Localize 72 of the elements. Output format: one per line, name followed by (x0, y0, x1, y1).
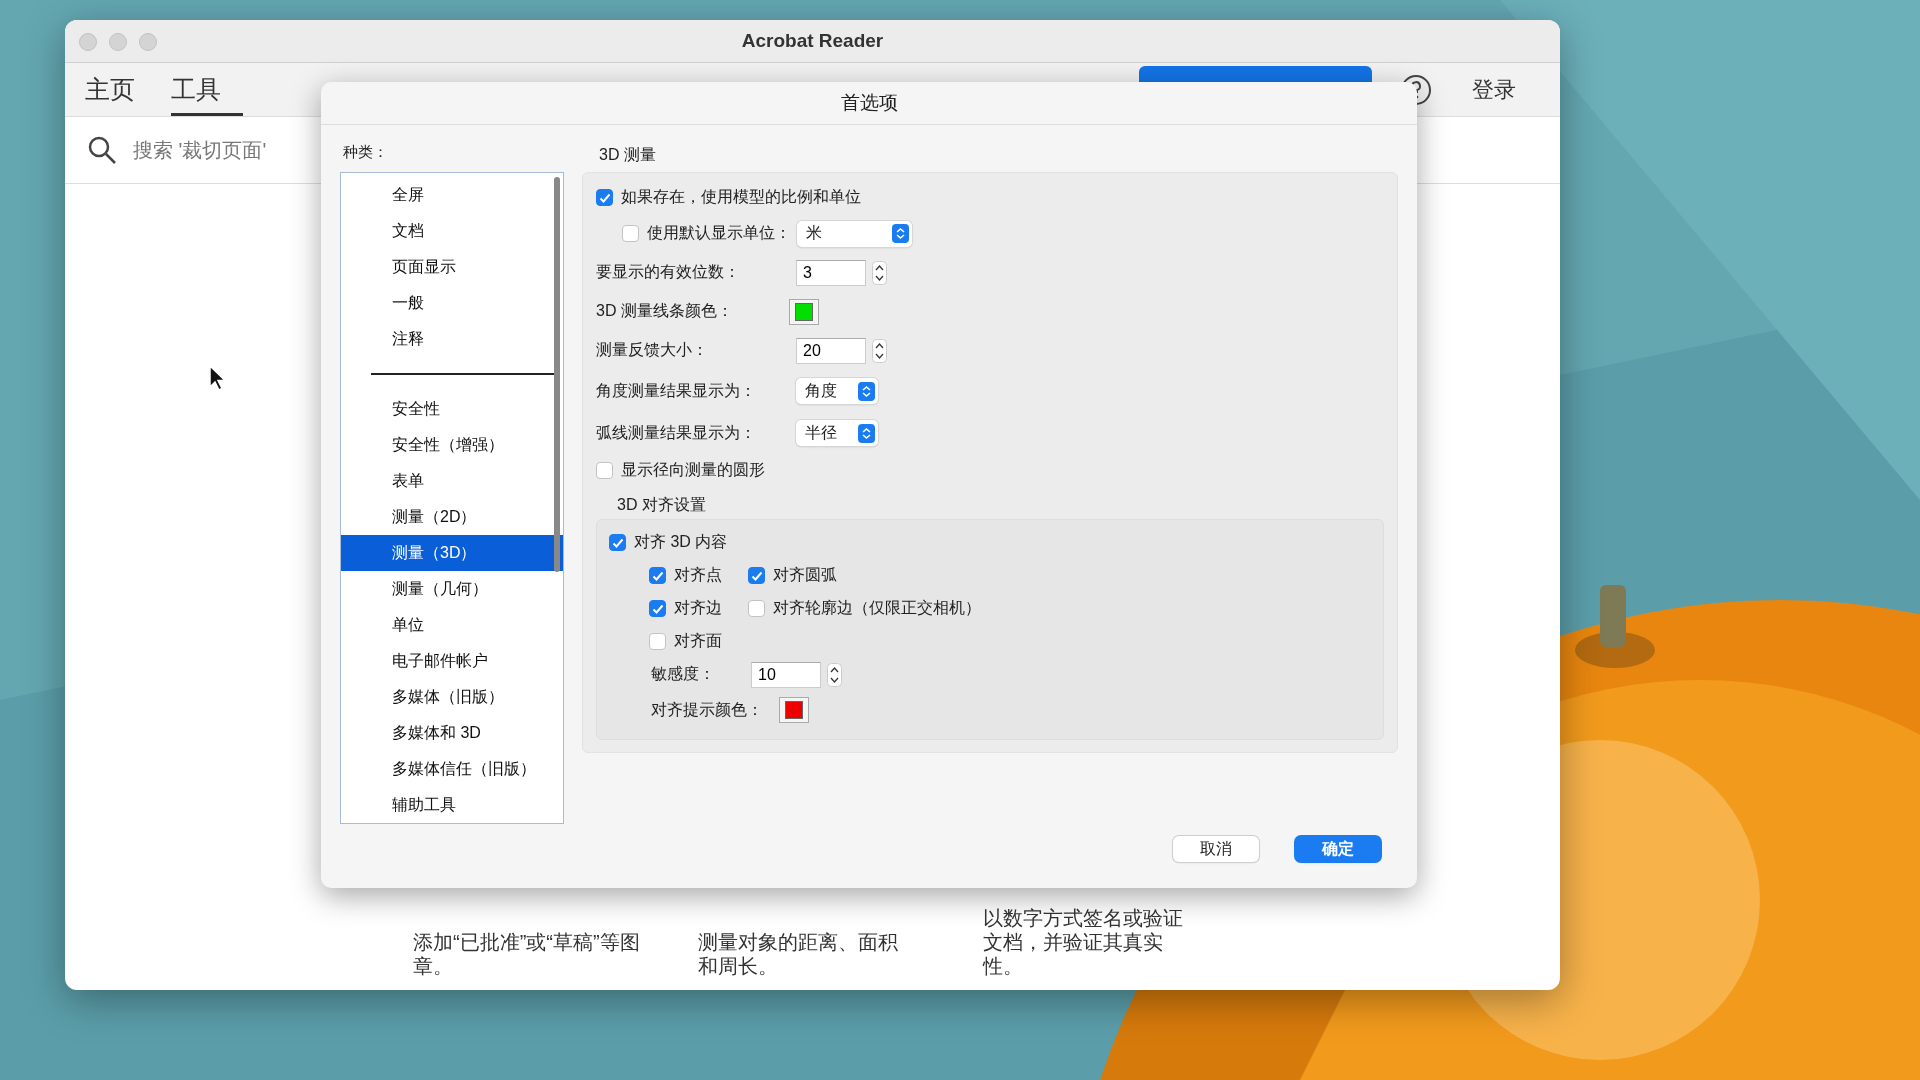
category-item[interactable]: 单位 (341, 607, 563, 643)
category-item[interactable]: 多媒体（旧版） (341, 679, 563, 715)
category-item[interactable]: 测量（3D） (341, 535, 563, 571)
search-icon (87, 135, 117, 165)
tab[interactable]: 主页 (85, 63, 157, 116)
setting-label: 对齐面 (674, 631, 722, 651)
setting-label: 对齐轮廓边（仅限正交相机） (773, 598, 981, 618)
group-title: 3D 对齐设置 (617, 495, 707, 515)
setting-label: 显示径向测量的圆形 (621, 460, 765, 480)
setting-label: 敏感度： (651, 664, 716, 684)
setting-label: 对齐 3D 内容 (634, 532, 728, 552)
category-item[interactable]: 辅助工具 (341, 787, 563, 823)
section-title: 3D 测量 (599, 145, 657, 165)
setting-label: 角度测量结果显示为： (596, 380, 757, 401)
category-item[interactable]: 注释 (341, 321, 563, 357)
category-item[interactable]: 全屏 (341, 177, 563, 213)
number-field[interactable]: 3 (796, 259, 866, 286)
checkbox[interactable] (748, 600, 765, 617)
category-item[interactable]: 电子邮件帐户 (341, 643, 563, 679)
setting-label: 对齐圆弧 (773, 565, 837, 585)
category-item[interactable]: 多媒体信任（旧版） (341, 751, 563, 787)
dropdown[interactable]: 米 (797, 220, 912, 247)
category-item[interactable]: 一般 (341, 285, 563, 321)
tool-description: 添加“已批准”或“草稿”等图章。 (413, 930, 641, 978)
setting-label: 对齐提示颜色： (651, 699, 764, 720)
color-swatch[interactable] (779, 697, 809, 723)
tab[interactable]: 工具 (171, 63, 243, 116)
window-title: Acrobat Reader (741, 30, 884, 52)
categories-label: 种类： (343, 143, 389, 162)
tool-description: 以数字方式签名或验证文档，并验证其真实性。 (983, 906, 1184, 978)
checkbox[interactable] (622, 225, 639, 242)
category-item[interactable]: 安全性（增强） (341, 427, 563, 463)
checkbox[interactable] (649, 600, 666, 617)
category-item[interactable]: 安全性 (341, 391, 563, 427)
stepper-icon[interactable] (827, 662, 842, 687)
chevron-icon (858, 423, 875, 443)
sign-in-link[interactable]: 登录 (1466, 63, 1522, 116)
setting-label: 要显示的有效位数： (596, 262, 741, 282)
setting-label: 测量反馈大小： (596, 340, 709, 360)
category-item[interactable]: 文档 (341, 213, 563, 249)
setting-label: 使用默认显示单位： (647, 223, 792, 243)
chevron-icon (892, 224, 909, 243)
number-field[interactable]: 20 (796, 337, 866, 364)
tool-description: 测量对象的距离、面积和周长。 (698, 930, 899, 978)
checkbox[interactable] (649, 633, 666, 650)
color-swatch[interactable] (789, 298, 819, 325)
dropdown[interactable]: 半径 (796, 420, 878, 446)
checkbox[interactable] (748, 567, 765, 584)
checkbox[interactable] (609, 534, 626, 551)
setting-label: 对齐边 (674, 598, 722, 618)
category-item[interactable]: 多媒体和 3D (341, 715, 563, 751)
dialog-title: 首选项 (321, 82, 1417, 125)
chevron-icon (858, 381, 875, 401)
category-item[interactable]: 表单 (341, 463, 563, 499)
checkbox[interactable] (596, 462, 613, 479)
setting-label: 弧线测量结果显示为： (596, 422, 757, 443)
checkbox[interactable] (596, 189, 613, 206)
dropdown[interactable]: 角度 (796, 378, 878, 404)
checkbox[interactable] (649, 567, 666, 584)
category-item[interactable]: 页面显示 (341, 249, 563, 285)
setting-label: 3D 测量线条颜色： (596, 301, 734, 321)
ok-button[interactable]: 确定 (1295, 836, 1381, 862)
setting-label: 对齐点 (674, 565, 722, 585)
cancel-button[interactable]: 取消 (1173, 836, 1259, 862)
scrollbar[interactable] (554, 177, 560, 572)
category-item[interactable]: 测量（几何） (341, 571, 563, 607)
category-item[interactable]: 测量（2D） (341, 499, 563, 535)
stepper-icon[interactable] (872, 338, 887, 363)
setting-label: 如果存在，使用模型的比例和单位 (621, 187, 861, 207)
stepper-icon[interactable] (872, 260, 887, 285)
search-field[interactable]: 搜索 '裁切页面' (131, 137, 295, 163)
number-field[interactable]: 10 (751, 661, 821, 688)
